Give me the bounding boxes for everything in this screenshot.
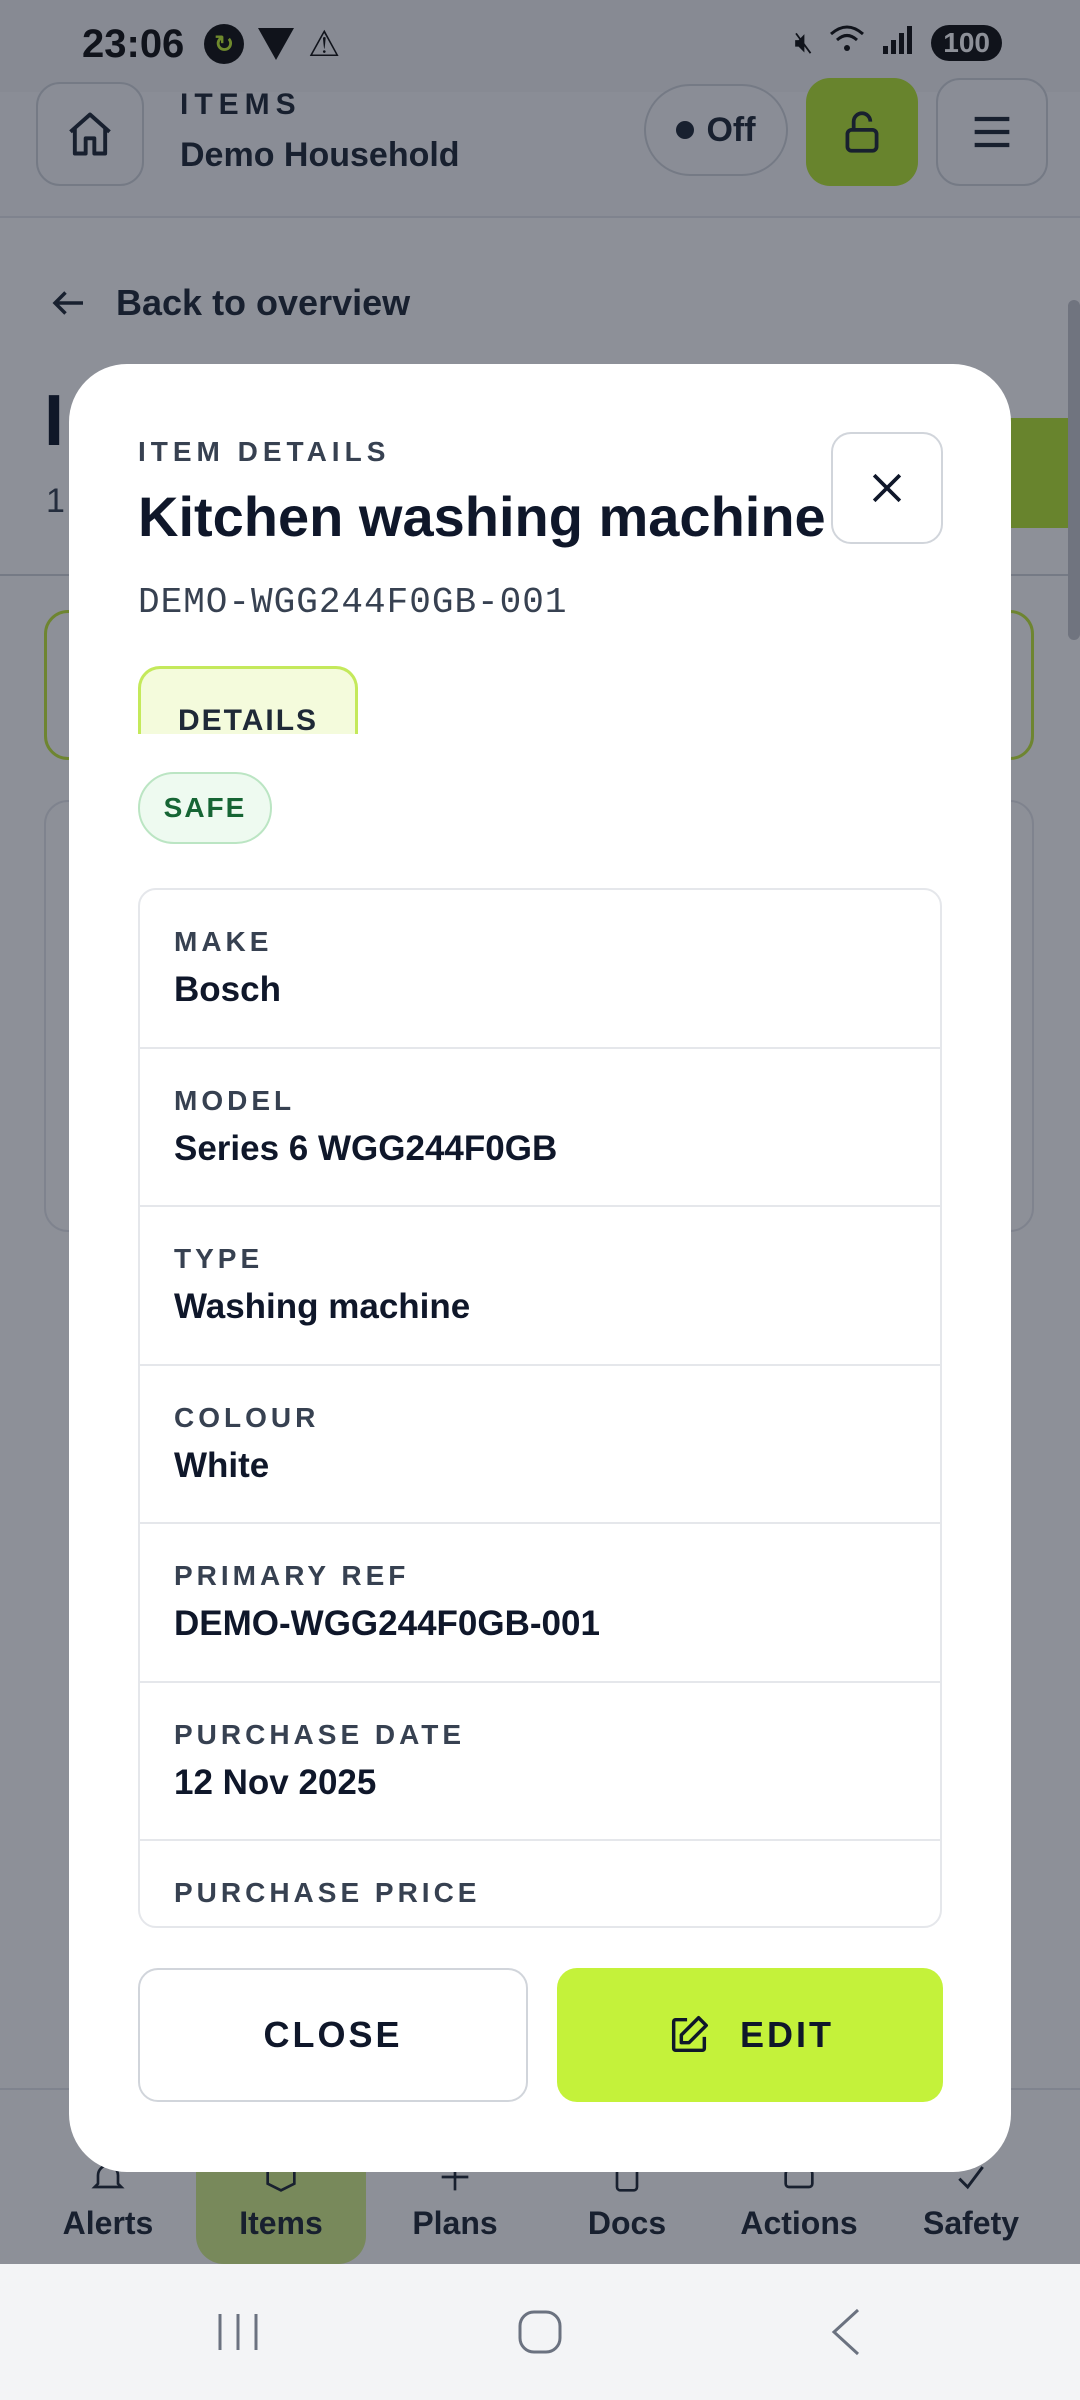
field-label: TYPE bbox=[174, 1243, 264, 1274]
field-value: DEMO-WGG244F0GB-001 bbox=[174, 1604, 600, 1643]
details-field-list: MAKE Bosch MODEL Series 6 WGG244F0GB TYP… bbox=[138, 888, 942, 1928]
item-reference: DEMO-WGG244F0GB-001 bbox=[138, 582, 568, 623]
field-value: 12 Nov 2025 bbox=[174, 1762, 377, 1802]
tab-details[interactable]: DETAILS bbox=[138, 666, 358, 737]
chevron-left-icon bbox=[831, 2308, 860, 2356]
field-purchase-price: PURCHASE PRICE bbox=[140, 1841, 940, 1926]
field-label: PURCHASE DATE bbox=[174, 1718, 466, 1750]
modal-eyebrow: ITEM DETAILS bbox=[138, 436, 391, 467]
edit-button[interactable]: EDIT bbox=[557, 1968, 943, 2102]
field-type: TYPE Washing machine bbox=[140, 1207, 940, 1366]
field-value: White bbox=[174, 1445, 270, 1485]
field-colour: COLOUR White bbox=[140, 1366, 940, 1524]
field-primary-ref: PRIMARY REF DEMO-WGG244F0GB-001 bbox=[140, 1524, 940, 1683]
recent-apps-button[interactable] bbox=[206, 2296, 270, 2368]
recent-apps-icon bbox=[218, 2314, 258, 2350]
system-back-button[interactable] bbox=[816, 2296, 876, 2368]
field-label: PRIMARY REF bbox=[174, 1560, 410, 1591]
close-icon bbox=[872, 473, 902, 503]
field-model: MODEL Series 6 WGG244F0GB bbox=[140, 1049, 940, 1207]
field-label: MODEL bbox=[174, 1084, 296, 1116]
field-value: Bosch bbox=[174, 970, 281, 1009]
tab-details-label: DETAILS bbox=[177, 704, 319, 737]
close-button[interactable]: CLOSE bbox=[138, 1968, 528, 2102]
item-details-modal: ITEM DETAILS Kitchen washing machine DEM… bbox=[69, 364, 1011, 2172]
system-home-icon bbox=[518, 2310, 562, 2354]
field-value: Series 6 WGG244F0GB bbox=[174, 1128, 558, 1168]
system-home-button[interactable] bbox=[510, 2296, 570, 2368]
field-purchase-date: PURCHASE DATE 12 Nov 2025 bbox=[140, 1683, 940, 1841]
modal-close-button[interactable] bbox=[831, 432, 943, 544]
field-label: COLOUR bbox=[174, 1401, 320, 1433]
edit-label: EDIT bbox=[739, 2014, 834, 2055]
field-make: MAKE Bosch bbox=[140, 890, 940, 1049]
field-label: MAKE bbox=[174, 926, 273, 957]
status-badge: SAFE bbox=[138, 772, 272, 844]
edit-icon bbox=[671, 2016, 708, 2053]
modal-title: Kitchen washing machine bbox=[138, 485, 826, 548]
field-value: Washing machine bbox=[174, 1287, 471, 1326]
field-label: PURCHASE PRICE bbox=[174, 1877, 481, 1908]
